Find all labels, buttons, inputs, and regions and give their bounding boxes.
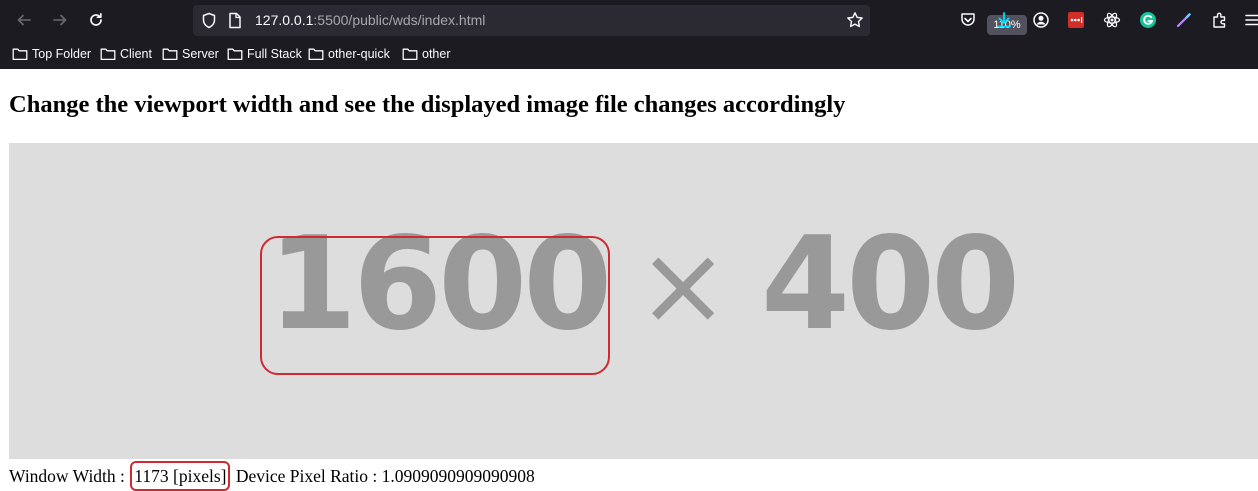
back-icon[interactable] bbox=[11, 7, 37, 33]
bookmark-folder-client[interactable]: Client bbox=[100, 44, 152, 64]
bookmark-label: other bbox=[422, 47, 451, 61]
star-icon[interactable] bbox=[846, 11, 864, 33]
page-icon[interactable] bbox=[228, 12, 242, 33]
responsive-image: 1600 × 400 bbox=[9, 143, 1258, 459]
bookmark-folder-full-stack[interactable]: Full Stack bbox=[227, 44, 302, 64]
bookmark-label: other-quick bbox=[328, 47, 390, 61]
lastpass-icon[interactable] bbox=[1065, 9, 1087, 31]
folder-icon bbox=[162, 48, 178, 61]
bookmark-folder-other-quick[interactable]: other-quick bbox=[308, 44, 390, 64]
placeholder-height-text: 400 bbox=[761, 210, 1020, 359]
extensions-icon[interactable] bbox=[1209, 9, 1231, 31]
window-width-label: Window Width : bbox=[9, 466, 130, 486]
browser-toolbar: 127.0.0.1:5500/public/wds/index.html 110… bbox=[0, 0, 1258, 40]
url-host: 127.0.0.1 bbox=[255, 12, 314, 28]
forward-icon[interactable] bbox=[47, 7, 73, 33]
window-width-value: 1173 [pixels] bbox=[130, 461, 231, 491]
device-pixel-ratio-value: 1.0909090909090908 bbox=[381, 466, 535, 486]
folder-icon bbox=[227, 48, 243, 61]
grammarly-icon[interactable] bbox=[1137, 9, 1159, 31]
browser-chrome: 127.0.0.1:5500/public/wds/index.html 110… bbox=[0, 0, 1258, 69]
bookmark-label: Client bbox=[120, 47, 152, 61]
folder-icon bbox=[308, 48, 324, 61]
pocket-icon[interactable] bbox=[957, 9, 979, 31]
color-picker-icon[interactable] bbox=[1173, 9, 1195, 31]
folder-icon bbox=[12, 48, 28, 61]
bookmark-label: Server bbox=[182, 47, 219, 61]
page-content: Change the viewport width and see the di… bbox=[0, 69, 1258, 491]
highlight-box-width bbox=[260, 236, 610, 375]
bookmark-label: Full Stack bbox=[247, 47, 302, 61]
bookmarks-toolbar: Top Folder Client Server Full Stack othe… bbox=[0, 42, 1258, 68]
shield-icon[interactable] bbox=[201, 12, 217, 33]
device-pixel-ratio-label: Device Pixel Ratio : bbox=[231, 466, 382, 486]
bookmark-label: Top Folder bbox=[32, 47, 92, 61]
bookmark-folder-server[interactable]: Server bbox=[162, 44, 219, 64]
address-bar[interactable]: 127.0.0.1:5500/public/wds/index.html 110… bbox=[193, 5, 1027, 36]
bookmark-folder-top-folder[interactable]: Top Folder bbox=[12, 44, 91, 64]
bookmark-folder-other[interactable]: other bbox=[402, 44, 451, 64]
account-icon[interactable] bbox=[1030, 9, 1052, 31]
reload-icon[interactable] bbox=[83, 7, 109, 33]
page-heading: Change the viewport width and see the di… bbox=[9, 91, 846, 118]
download-icon[interactable] bbox=[993, 9, 1015, 31]
placeholder-times-text: × bbox=[637, 221, 729, 349]
url-text[interactable]: 127.0.0.1:5500/public/wds/index.html bbox=[255, 12, 485, 28]
url-path: :5500/public/wds/index.html bbox=[313, 12, 486, 28]
menu-icon[interactable] bbox=[1241, 9, 1258, 31]
react-devtools-icon[interactable] bbox=[1101, 9, 1123, 31]
folder-icon bbox=[100, 48, 116, 61]
viewport-info: Window Width : 1173 [pixels] Device Pixe… bbox=[9, 461, 535, 491]
folder-icon bbox=[402, 48, 418, 61]
